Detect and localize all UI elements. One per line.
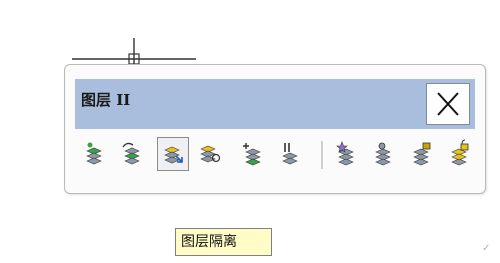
tool-button-8[interactable] — [369, 137, 401, 171]
watermark-mark: ✓ — [482, 243, 491, 254]
layer-lock-icon — [413, 142, 431, 166]
tool-button-3[interactable] — [157, 137, 189, 171]
layer-change-to-current-icon — [243, 143, 261, 166]
toolbar-title: 图层 II — [81, 91, 131, 109]
toolbar-title-bar[interactable]: 图层 II — [75, 79, 475, 129]
close-button[interactable] — [426, 83, 470, 125]
tooltip-text: 图层隔离 — [181, 234, 237, 250]
layers-ii-toolbar[interactable]: 图层 II — [64, 64, 486, 194]
layer-previous-icon — [122, 142, 140, 165]
layer-walk-icon — [282, 143, 298, 165]
toolbar-buttons — [75, 137, 475, 177]
tool-button-6[interactable] — [275, 137, 307, 171]
close-icon — [437, 92, 459, 116]
layer-unlock-icon — [451, 139, 469, 166]
layer-isolate-icon — [164, 146, 183, 164]
toolbar-separator — [321, 141, 324, 169]
tool-button-1[interactable] — [79, 137, 111, 171]
tool-button-9[interactable] — [407, 137, 439, 171]
tool-button-2[interactable] — [117, 137, 149, 171]
tooltip: 图层隔离 — [175, 228, 272, 256]
layer-unisolate-icon — [200, 145, 221, 163]
layer-freeze-icon — [336, 141, 354, 166]
tool-button-7[interactable] — [331, 137, 363, 171]
layer-off-icon — [375, 142, 391, 166]
tool-button-5[interactable] — [237, 137, 269, 171]
layer-match-icon — [86, 142, 102, 165]
tool-button-4[interactable] — [195, 137, 227, 171]
tool-button-10[interactable] — [445, 137, 477, 171]
